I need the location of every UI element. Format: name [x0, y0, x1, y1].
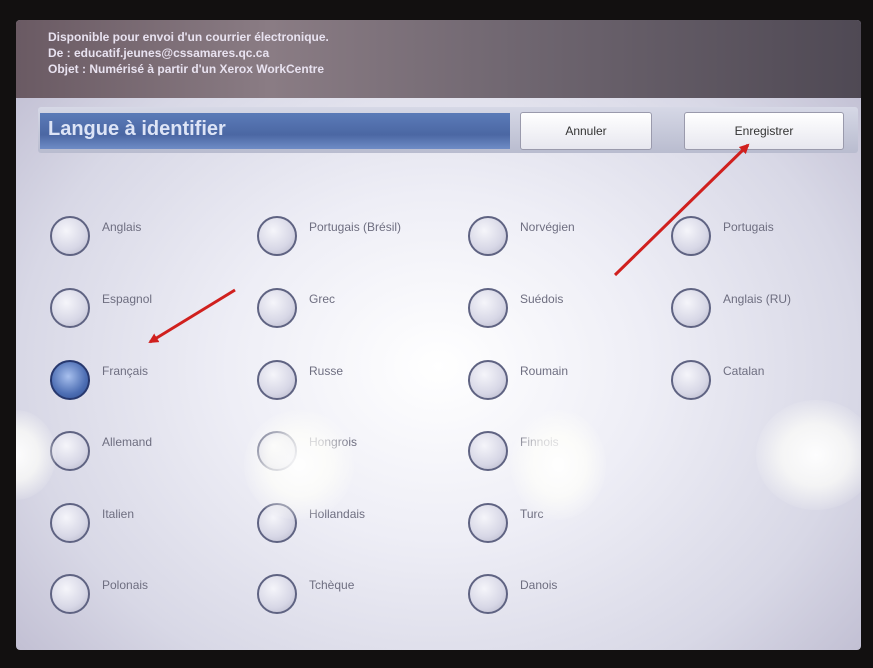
language-radio[interactable]	[50, 503, 90, 543]
language-radio[interactable]	[468, 216, 508, 256]
language-label: Hongrois	[309, 435, 358, 449]
screen-glare	[756, 400, 861, 510]
header-from-text: De : educatif.jeunes@cssamares.qc.ca	[48, 46, 270, 60]
screen-glare	[244, 410, 354, 520]
language-label: Turc	[520, 507, 544, 521]
language-label: Roumain	[520, 364, 569, 378]
language-radio[interactable]	[671, 288, 711, 328]
language-radio[interactable]	[257, 288, 297, 328]
language-radio[interactable]	[257, 431, 297, 471]
language-label: Norvégien	[520, 220, 575, 234]
save-button[interactable]: Enregistrer	[684, 112, 844, 150]
language-label: Français	[102, 364, 149, 378]
language-label: Italien	[102, 507, 135, 521]
language-radio[interactable]	[50, 216, 90, 256]
language-radio[interactable]	[468, 360, 508, 400]
language-radio[interactable]	[468, 574, 508, 614]
language-radio[interactable]	[50, 288, 90, 328]
language-label: Portugais (Brésil)	[309, 220, 402, 234]
status-header: Disponible pour envoi d'un courrier élec…	[16, 20, 861, 98]
screen-glare	[511, 410, 606, 520]
language-radio[interactable]	[671, 360, 711, 400]
language-radio[interactable]	[257, 360, 297, 400]
language-radio[interactable]	[468, 503, 508, 543]
language-radio[interactable]	[50, 360, 90, 400]
language-radio[interactable]	[50, 431, 90, 471]
dialog-title: Langue à identifier	[48, 118, 226, 140]
language-label: Finnois	[520, 435, 559, 449]
dialog-title-field: Langue à identifier	[40, 113, 510, 149]
language-radio[interactable]	[257, 216, 297, 256]
language-label: Tchèque	[309, 578, 355, 592]
language-radio[interactable]	[468, 288, 508, 328]
language-label: Portugais	[723, 220, 774, 234]
language-label: Hollandais	[309, 507, 366, 521]
language-radio[interactable]	[257, 503, 297, 543]
language-label: Grec	[309, 292, 336, 306]
language-label: Danois	[520, 578, 558, 592]
language-label: Espagnol	[102, 292, 153, 306]
touch-screen: Disponible pour envoi d'un courrier élec…	[16, 20, 861, 650]
language-label: Anglais (RU)	[723, 292, 792, 306]
language-radio[interactable]	[50, 574, 90, 614]
language-radio[interactable]	[671, 216, 711, 256]
language-label: Allemand	[102, 435, 153, 449]
header-availability-text: Disponible pour envoi d'un courrier élec…	[48, 30, 329, 44]
header-subject-text: Objet : Numérisé à partir d'un Xerox Wor…	[48, 62, 325, 76]
dialog-titlebar: Langue à identifier Annuler Enregistrer	[38, 107, 858, 153]
language-label: Russe	[309, 364, 344, 378]
language-label: Suédois	[520, 292, 564, 306]
language-radio[interactable]	[468, 431, 508, 471]
language-label: Anglais	[102, 220, 142, 234]
language-label: Polonais	[102, 578, 149, 592]
language-label: Catalan	[723, 364, 765, 378]
language-radio[interactable]	[257, 574, 297, 614]
cancel-button[interactable]: Annuler	[520, 112, 652, 150]
